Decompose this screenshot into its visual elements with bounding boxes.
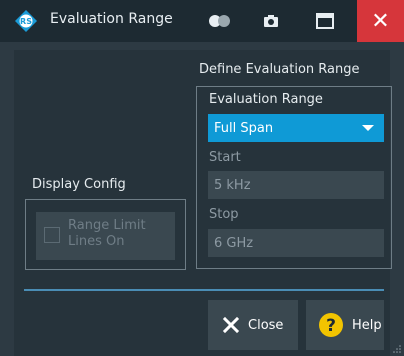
start-label: Start	[209, 150, 241, 165]
help-button[interactable]: ? Help	[306, 300, 384, 350]
screenshot-camera-icon[interactable]	[254, 8, 288, 34]
close-x-icon	[222, 316, 240, 334]
footer-divider	[24, 289, 384, 291]
define-range-heading: Define Evaluation Range	[199, 62, 360, 77]
checkbox-box	[44, 227, 60, 243]
evaluation-range-dropdown[interactable]: Full Span	[208, 114, 384, 142]
checkbox-label: Range Limit Lines On	[68, 218, 146, 250]
window-title: Evaluation Range	[50, 11, 173, 27]
checkbox-label-line1: Range Limit	[68, 218, 146, 233]
rohde-schwarz-logo-icon: RS	[15, 10, 37, 32]
range-limit-lines-checkbox[interactable]: Range Limit Lines On	[36, 212, 175, 260]
close-button[interactable]: Close	[208, 300, 298, 350]
svg-text:?: ?	[326, 316, 336, 336]
evaluation-range-label: Evaluation Range	[209, 92, 323, 107]
checkbox-label-line2: Lines On	[68, 234, 125, 249]
title-bar: RS Evaluation Range ✕	[0, 0, 404, 42]
help-question-icon: ?	[318, 312, 344, 338]
window-close-button[interactable]: ✕	[357, 0, 404, 42]
maximize-icon[interactable]	[305, 8, 345, 34]
svg-text:RS: RS	[20, 17, 32, 26]
stop-label: Stop	[209, 207, 239, 222]
display-config-heading: Display Config	[32, 177, 126, 192]
stop-field[interactable]: 6 GHz	[208, 229, 384, 257]
stop-value: 6 GHz	[214, 236, 254, 251]
close-button-label: Close	[248, 317, 284, 333]
transparency-toggle-icon[interactable]	[200, 8, 240, 34]
start-value: 5 kHz	[214, 178, 251, 193]
help-button-label: Help	[352, 317, 382, 333]
chevron-down-icon	[362, 125, 374, 131]
resize-grip-icon[interactable]	[393, 345, 401, 353]
evaluation-range-value: Full Span	[214, 121, 274, 136]
start-field[interactable]: 5 kHz	[208, 171, 384, 199]
